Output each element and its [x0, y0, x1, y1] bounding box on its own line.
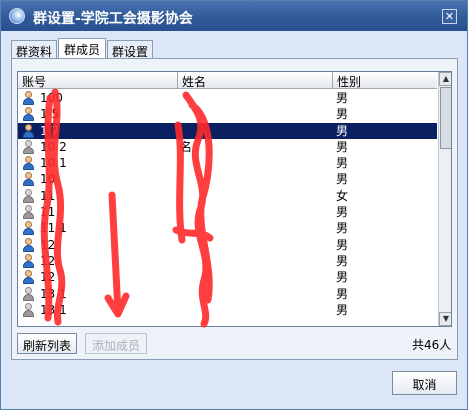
- gender-cell: 男: [336, 221, 349, 236]
- table-row[interactable]: 10 1 男: [18, 155, 437, 171]
- title-bar[interactable]: 群设置-学院工会摄影协会 ✕: [1, 1, 467, 31]
- members-panel: 账号 姓名 性别 100 男 1 5男1 7 男 10 2 名男 10 1 男 10 男 11 女 11…: [11, 58, 458, 360]
- gender-cell: 男: [336, 123, 349, 138]
- gender-cell: 男: [336, 253, 349, 268]
- close-button[interactable]: ✕: [442, 9, 457, 24]
- column-header-account[interactable]: 账号: [18, 72, 178, 89]
- table-row[interactable]: 13 1 男: [18, 286, 437, 302]
- user-online-icon: [22, 221, 36, 236]
- account-cell: 12: [40, 270, 56, 285]
- table-row[interactable]: 11 男: [18, 204, 437, 220]
- table-row[interactable]: 11 女: [18, 188, 437, 204]
- table-row[interactable]: 11 1 男: [18, 220, 437, 236]
- table-row[interactable]: 1 5 男: [18, 106, 437, 122]
- gender-cell: 男: [336, 139, 349, 154]
- table-row[interactable]: 12 男: [18, 237, 437, 253]
- column-header-name[interactable]: 姓名: [178, 72, 333, 89]
- scroll-down-button[interactable]: ▼: [439, 312, 451, 326]
- vertical-scrollbar[interactable]: ▲ ▼: [438, 72, 451, 326]
- user-online-icon: [22, 270, 36, 285]
- user-online-icon: [22, 123, 36, 139]
- tab-group-members[interactable]: 群成员: [58, 38, 106, 59]
- account-cell: 1 5: [40, 107, 60, 122]
- scroll-up-button[interactable]: ▲: [439, 72, 451, 86]
- member-count: 共46人: [412, 338, 452, 352]
- table-row[interactable]: 100 男: [18, 90, 437, 106]
- gender-cell: 男: [336, 107, 349, 122]
- user-online-icon: [22, 237, 36, 253]
- add-member-button[interactable]: 添加成员: [85, 333, 147, 354]
- account-cell: 12: [40, 237, 56, 252]
- account-cell: 13 1: [40, 302, 67, 317]
- account-cell: 11: [40, 205, 56, 220]
- tab-group-info[interactable]: 群资料: [11, 40, 57, 59]
- user-online-icon: [22, 172, 36, 187]
- column-header-gender[interactable]: 性别: [333, 72, 437, 89]
- user-offline-icon: [22, 286, 36, 302]
- table-row[interactable]: 10 男: [18, 171, 437, 187]
- table-row[interactable]: 10 2 名 男: [18, 139, 437, 155]
- app-logo-icon: [9, 8, 25, 24]
- account-cell: 10 1: [40, 156, 67, 171]
- user-online-icon: [22, 253, 36, 269]
- user-online-icon: [22, 107, 36, 122]
- gender-cell: 女: [336, 188, 349, 203]
- table-row[interactable]: 1 7 男: [18, 122, 437, 139]
- account-cell: 100: [40, 91, 63, 105]
- table-row[interactable]: 12 男: [18, 253, 437, 269]
- account-cell: 13 1: [40, 286, 67, 301]
- user-offline-icon: [22, 139, 36, 155]
- user-online-icon: [22, 91, 36, 106]
- gender-cell: 男: [336, 205, 349, 220]
- window-title: 群设置-学院工会摄影协会: [33, 11, 193, 27]
- user-offline-icon: [22, 205, 36, 220]
- gender-cell: 男: [336, 302, 349, 317]
- members-list[interactable]: 账号 姓名 性别 100 男 1 5男1 7 男 10 2 名男 10 1 男 10 男 11 女 11…: [17, 71, 452, 327]
- gender-cell: 男: [336, 91, 349, 105]
- list-header: 账号 姓名 性别: [18, 72, 437, 89]
- member-rows: 100 男 1 5男1 7 男 10 2 名男 10 1 男 10 男 11 女 11 男 11 1 男 12 男…: [18, 90, 437, 318]
- account-cell: 10: [40, 172, 56, 187]
- name-cell: 名: [180, 139, 193, 154]
- gender-cell: 男: [336, 270, 349, 285]
- user-offline-icon: [22, 188, 36, 204]
- tab-group-settings[interactable]: 群设置: [107, 40, 153, 59]
- gender-cell: 男: [336, 156, 349, 171]
- gender-cell: 男: [336, 172, 349, 187]
- group-settings-window: 群设置-学院工会摄影协会 ✕ 群资料 群成员 群设置 账号 姓名 性别 100 男…: [0, 0, 468, 410]
- account-cell: 11: [40, 188, 56, 203]
- account-cell: 12: [40, 253, 56, 268]
- gender-cell: 男: [336, 286, 349, 301]
- table-row[interactable]: 12 男: [18, 269, 437, 285]
- refresh-list-button[interactable]: 刷新列表: [17, 333, 77, 354]
- account-cell: 1 7: [40, 123, 60, 138]
- user-online-icon: [22, 156, 36, 171]
- table-row[interactable]: 13 1 男: [18, 302, 437, 318]
- account-cell: 11 1: [40, 221, 67, 236]
- user-offline-icon: [22, 302, 36, 318]
- scroll-thumb[interactable]: [440, 87, 451, 149]
- cancel-button[interactable]: 取消: [392, 371, 457, 395]
- account-cell: 10 2: [40, 139, 67, 154]
- gender-cell: 男: [336, 237, 349, 252]
